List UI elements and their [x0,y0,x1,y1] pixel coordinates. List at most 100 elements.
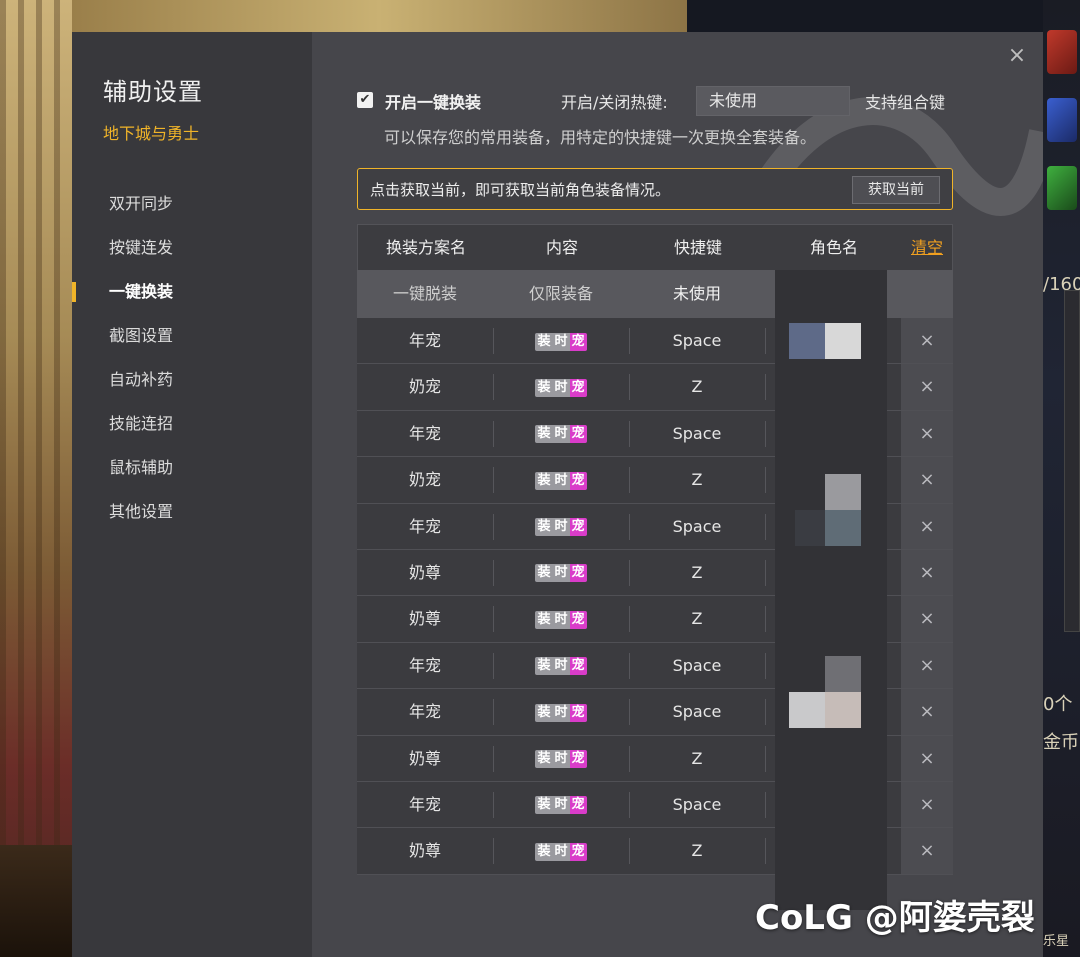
content-tag: 装时宠 [535,425,587,444]
sidebar-item-label: 其他设置 [109,502,174,521]
content-cell: 装时宠 [493,782,629,827]
dialog-title: 辅助设置 [103,78,203,106]
close-icon: × [919,701,935,723]
sidebar-item-other[interactable]: 其他设置 [72,490,312,534]
column-header-content: 内容 [545,238,578,257]
content-cell: 装时宠 [493,689,629,734]
hotkey-cell: Z [691,609,703,629]
hotkey-cell: Z [691,748,703,768]
notice-text: 点击获取当前，即可获取当前角色装备情况。 [370,181,671,199]
quick-equip-header: ✔ 开启一键换装 开启/关闭热键: 未使用 支持组合键 [357,86,997,116]
skill-icon [1047,30,1077,74]
plan-name-cell: 年宠 [408,331,441,350]
tag-fashion: 时 [552,703,570,722]
plan-name-cell: 一键脱装 [392,284,457,303]
delete-row-button[interactable]: × [901,781,953,828]
hotkey-cell: Z [691,562,703,582]
cell-divider [765,420,766,447]
sidebar-item-skill-combo[interactable]: 技能连招 [72,402,312,446]
delete-row-button[interactable]: × [901,689,953,735]
hotkey-cell: Space [672,331,722,350]
tag-pet: 宠 [569,471,587,490]
game-scrollbar[interactable] [1064,290,1080,632]
content-tag: 装时宠 [535,796,587,815]
content-tag: 装时宠 [535,842,587,861]
delete-row-button[interactable]: × [901,410,953,457]
hud-small-text: 乐星 [1043,934,1070,949]
content-cell: 装时宠 [493,364,629,409]
content-cell: 装时宠 [493,828,629,873]
delete-row-button[interactable]: × [901,503,953,549]
content-tag: 装时宠 [535,657,587,676]
plan-name-cell: 年宠 [408,794,441,814]
watermark: CoLG @阿婆壳裂 [755,898,1035,938]
sidebar-item-label: 鼠标辅助 [109,458,174,477]
cell-divider [765,745,766,772]
delete-row-button[interactable]: × [901,318,953,364]
delete-row-button[interactable]: × [901,642,953,689]
tag-fashion: 时 [552,750,570,769]
redaction-block [825,323,861,359]
delete-row-button[interactable]: × [901,828,953,874]
tag-fashion: 时 [552,332,570,351]
game-hud-top-right [687,0,1043,32]
tag-equip: 装 [535,842,553,861]
content-tag: 装时宠 [535,564,587,583]
enable-checkbox[interactable]: ✔ [357,92,373,108]
feature-description: 可以保存您的常用装备，用特定的快捷键一次更换全套装备。 [384,128,817,147]
hotkey-cell: Space [672,702,722,722]
close-icon: × [919,561,935,583]
delete-row-button[interactable]: × [901,596,953,642]
plan-name-cell: 年宠 [408,423,441,443]
content-tag: 装时宠 [535,518,587,537]
tag-equip: 装 [535,610,553,629]
delete-row-button[interactable]: × [901,457,953,503]
cell-divider [765,791,766,818]
tag-fashion: 时 [552,610,570,629]
close-icon: × [919,840,935,862]
column-header-role: 角色名 [809,238,858,257]
sidebar-item-auto-potion[interactable]: 自动补药 [72,358,312,402]
plan-name-cell: 奶尊 [408,841,441,861]
sidebar-item-dual-sync[interactable]: 双开同步 [72,182,312,226]
close-icon: × [919,654,935,676]
hotkey-input[interactable]: 未使用 [696,86,850,116]
close-icon: × [919,422,935,444]
delete-row-button[interactable]: × [901,549,953,596]
tag-equip: 装 [535,425,553,444]
tag-fashion: 时 [552,657,570,676]
tag-pet: 宠 [569,750,587,769]
enable-label[interactable]: 开启一键换装 [385,89,481,113]
redaction-block [825,510,861,546]
sidebar-item-key-repeat[interactable]: 按键连发 [72,226,312,270]
delete-row-button[interactable]: × [901,364,953,410]
coin-label: 金币 [1043,732,1079,753]
tag-pet: 宠 [569,610,587,629]
redaction-block [795,510,825,546]
tag-pet: 宠 [569,657,587,676]
cell-divider [765,513,766,540]
tag-pet: 宠 [569,425,587,444]
tag-fashion: 时 [552,378,570,397]
content-cell: 装时宠 [493,736,629,781]
get-current-button[interactable]: 获取当前 [852,176,940,204]
close-button[interactable]: × [1005,44,1029,68]
equip-plan-table: 换装方案名 内容 快捷键 角色名 清空 一键脱装 仅限装备 未使用 适用所有角色… [357,224,953,910]
delete-row-button[interactable]: × [901,735,953,781]
sidebar-item-mouse-assist[interactable]: 鼠标辅助 [72,446,312,490]
sidebar-item-quick-equip[interactable]: 一键换装 [72,270,312,314]
sidebar-item-label: 自动补药 [109,370,174,389]
plan-name-cell: 奶尊 [408,748,441,768]
tag-fashion: 时 [552,425,570,444]
tag-equip: 装 [535,564,553,583]
sidebar-item-screenshot[interactable]: 截图设置 [72,314,312,358]
plan-name-cell: 奶宠 [408,470,441,490]
combo-note: 支持组合键 [865,93,946,112]
close-icon: × [919,330,935,351]
redaction-block [789,692,825,728]
clear-link[interactable]: 清空 [911,238,943,257]
cell-divider [765,328,766,354]
redaction-block [825,656,861,692]
sidebar-item-label: 一键换装 [109,282,174,301]
game-hotbar [0,845,72,957]
